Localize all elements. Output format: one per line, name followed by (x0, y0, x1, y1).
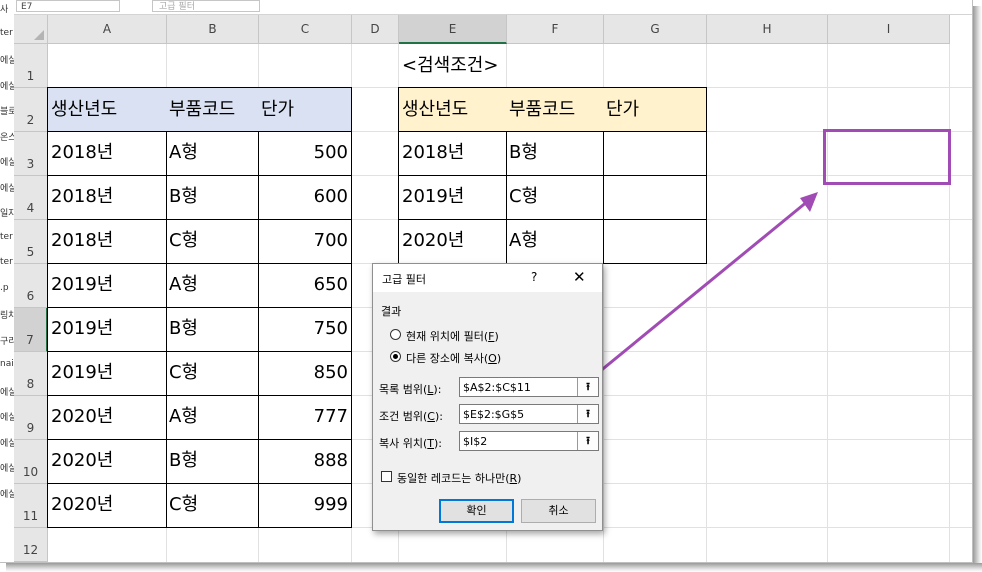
copy-to-field[interactable]: $I$2 ⭱ (459, 431, 599, 451)
copy-to-other-label[interactable]: 다른 장소에 복사(O) (406, 350, 501, 366)
help-button[interactable]: ? (531, 270, 537, 284)
window-shadow-bottom (6, 563, 982, 572)
excel-window: E7 고급 필터 사ter에실에실블로온스에실에실일자terter.p링차구리n… (0, 0, 973, 563)
ok-button[interactable]: 확인 (439, 499, 514, 523)
criteria-range-field[interactable]: $E$2:$G$5 ⭱ (459, 404, 599, 424)
close-button[interactable]: ✕ (573, 268, 586, 286)
window-shadow-right (973, 6, 982, 572)
collapse-icon[interactable]: ⭱ (577, 405, 598, 423)
collapse-icon[interactable]: ⭱ (577, 378, 598, 396)
dialog-title: 고급 필터 (382, 273, 426, 286)
criteria-range-label: 조건 범위(C): (379, 410, 443, 423)
list-range-label: 목록 범위(L): (379, 383, 442, 396)
copy-to-label: 복사 위치(T): (379, 437, 443, 450)
dialog-titlebar: 고급 필터 ? ✕ (373, 264, 602, 292)
advanced-filter-dialog: 고급 필터 ? ✕ 결과 현재 위치에 필터(F) 다른 장소에 복사(O) 목… (372, 263, 603, 531)
cancel-button[interactable]: 취소 (521, 499, 596, 523)
filter-in-place-label[interactable]: 현재 위치에 필터(F) (406, 328, 499, 344)
collapse-icon[interactable]: ⭱ (577, 432, 598, 450)
copy-to-other-radio[interactable] (390, 351, 401, 362)
unique-records-checkbox[interactable] (381, 471, 392, 482)
filter-in-place-radio[interactable] (390, 329, 401, 340)
result-group-label: 결과 (381, 305, 402, 318)
unique-records-label[interactable]: 동일한 레코드는 하나만(R) (397, 470, 521, 486)
list-range-field[interactable]: $A$2:$C$11 ⭱ (459, 377, 599, 397)
